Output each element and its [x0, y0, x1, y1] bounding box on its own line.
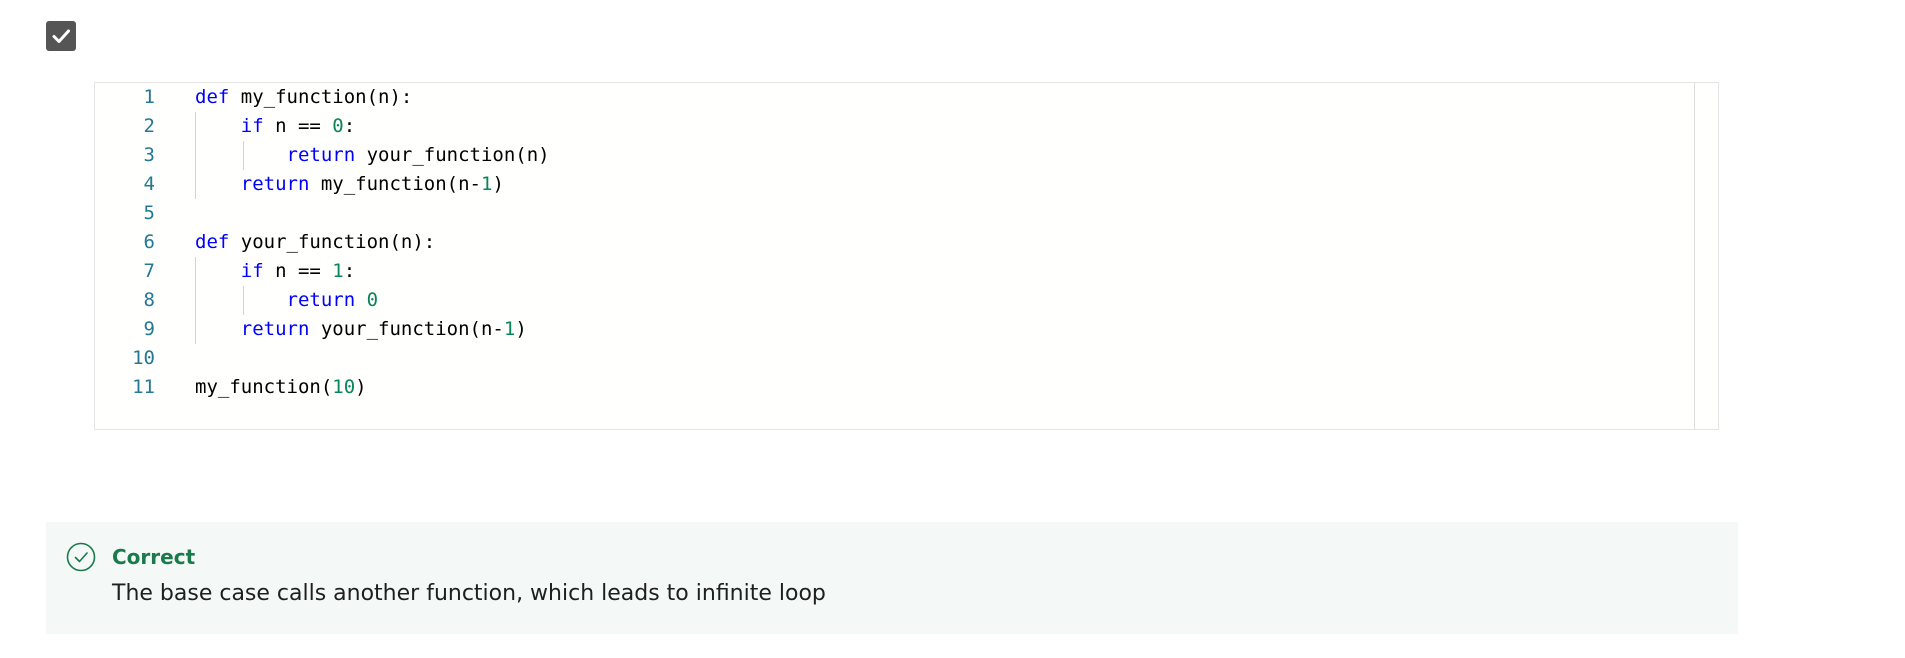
keyword-token: def	[195, 86, 230, 108]
code-text: return my_function(n-1)	[195, 170, 504, 199]
line-number: 4	[143, 173, 155, 195]
code-line: 11 my_function(10)	[95, 373, 1718, 402]
code-text: my_function(10)	[195, 373, 367, 402]
number-token: 1	[481, 173, 493, 195]
keyword-token: return	[240, 318, 310, 340]
indent-guide	[243, 286, 244, 315]
line-number: 11	[132, 376, 155, 398]
code-text: return 0	[195, 286, 379, 315]
code-token: )	[355, 376, 367, 398]
code-text: if n == 1:	[195, 257, 355, 286]
code-text: return your_function(n-1)	[195, 315, 527, 344]
number-token: 1	[503, 318, 516, 340]
line-number: 8	[143, 289, 155, 311]
code-token: n ==	[263, 115, 333, 137]
code-text: def my_function(n):	[195, 83, 412, 112]
number-token: 0	[366, 289, 379, 311]
code-text: def your_function(n):	[195, 228, 435, 257]
line-number: 9	[143, 318, 155, 340]
number-token: 1	[332, 260, 344, 282]
check-circle-icon	[66, 542, 96, 572]
indent-guide	[195, 112, 196, 199]
feedback-message: The base case calls another function, wh…	[112, 581, 826, 606]
line-number: 1	[143, 86, 155, 108]
number-token: 10	[332, 376, 356, 398]
line-number: 7	[143, 260, 155, 282]
code-scrollbar[interactable]	[1694, 83, 1695, 429]
code-snippet: 1 def my_function(n): 2 if n == 0: 3 return…	[94, 82, 1719, 430]
code-token: :	[343, 115, 356, 137]
code-token: your_function(n-	[309, 318, 504, 340]
code-line: 8 return 0	[95, 286, 1718, 315]
indent-guide	[195, 257, 196, 344]
keyword-token: return	[286, 289, 356, 311]
code-text: return your_function(n)	[195, 141, 550, 170]
code-token: n ==	[263, 260, 333, 282]
keyword-token: return	[240, 173, 310, 195]
code-token: )	[492, 173, 504, 195]
check-icon	[52, 29, 70, 43]
keyword-token: def	[195, 231, 230, 253]
code-token: :	[343, 260, 356, 282]
code-line: 6 def your_function(n):	[95, 228, 1718, 257]
line-number: 10	[132, 347, 155, 369]
code-line: 4 return my_function(n-1)	[95, 170, 1718, 199]
code-line: 9 return your_function(n-1)	[95, 315, 1718, 344]
indent-guide	[243, 141, 244, 170]
feedback-panel: Correct The base case calls another func…	[46, 522, 1738, 634]
code-line: 7 if n == 1:	[95, 257, 1718, 286]
answer-checkbox[interactable]	[46, 21, 76, 51]
code-token: my_function(n):	[229, 86, 413, 108]
feedback-status: Correct	[112, 545, 196, 569]
code-line: 1 def my_function(n):	[95, 83, 1718, 112]
line-number: 5	[143, 202, 155, 224]
line-number: 6	[143, 231, 155, 253]
code-token: your_function(n):	[229, 231, 436, 253]
code-line: 2 if n == 0:	[95, 112, 1718, 141]
line-number: 2	[143, 115, 155, 137]
line-number: 3	[143, 144, 155, 166]
code-text: if n == 0:	[195, 112, 355, 141]
keyword-token: if	[240, 260, 264, 282]
code-token: my_function(n-	[309, 173, 481, 195]
code-line: 5	[95, 199, 1718, 228]
code-token: my_function(	[195, 376, 333, 398]
keyword-token: return	[286, 144, 356, 166]
code-line: 10	[95, 344, 1718, 373]
code-token: your_function(n)	[355, 144, 550, 166]
code-token: )	[515, 318, 527, 340]
keyword-token: if	[240, 115, 264, 137]
number-token: 0	[332, 115, 344, 137]
code-line: 3 return your_function(n)	[95, 141, 1718, 170]
